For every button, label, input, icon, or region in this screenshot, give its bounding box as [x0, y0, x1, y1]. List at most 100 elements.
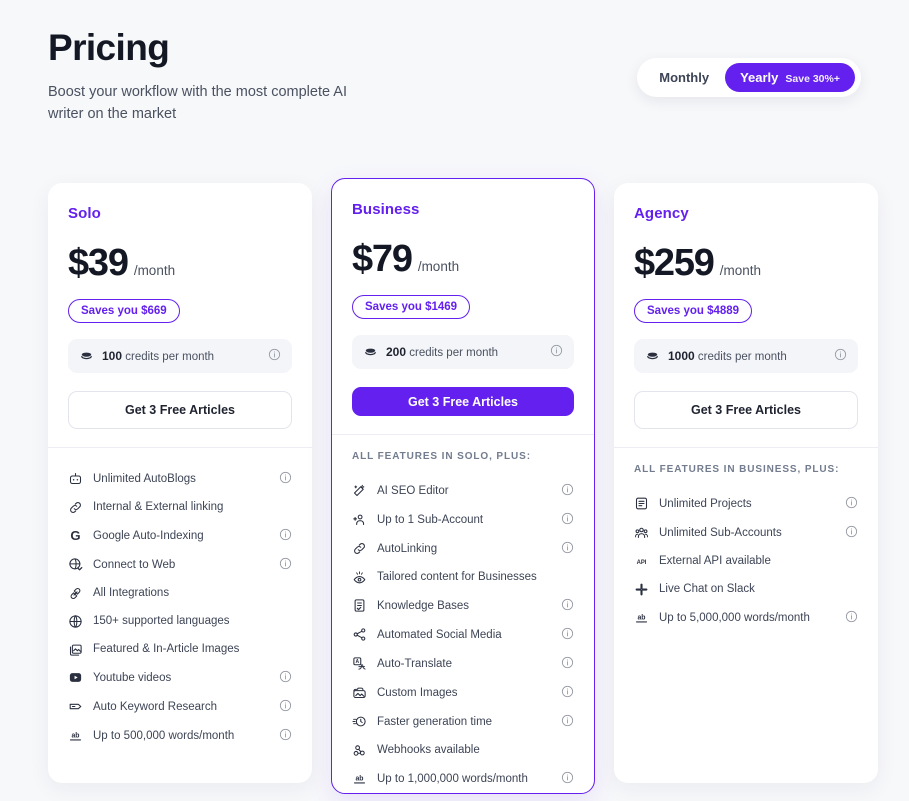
feature-label: Google Auto-Indexing — [93, 529, 204, 542]
users-add-icon — [352, 512, 367, 527]
feature-label: External API available — [659, 555, 771, 567]
feature-info-icon[interactable] — [845, 610, 858, 626]
feature-label: Youtube videos — [93, 671, 172, 684]
feature-row: Unlimited Projects — [634, 489, 858, 518]
credits-pill: 1000 credits per month — [634, 339, 858, 373]
feature-info-icon[interactable] — [279, 557, 292, 573]
feature-info-icon[interactable] — [845, 525, 858, 541]
feature-info-icon[interactable] — [279, 670, 292, 686]
feature-info-icon[interactable] — [561, 627, 574, 643]
credits-pill: 200 credits per month — [352, 335, 574, 369]
feature-info-icon[interactable] — [279, 471, 292, 487]
credits-text: 1000 credits per month — [668, 349, 834, 363]
feature-info-icon[interactable] — [279, 528, 292, 544]
feature-row: Knowledge Bases — [352, 591, 574, 620]
document-list-icon — [634, 496, 649, 511]
feature-label: Knowledge Bases — [377, 599, 470, 612]
feature-label: Connect to Web — [93, 558, 176, 571]
credits-info-icon[interactable] — [268, 348, 281, 364]
feature-info-icon[interactable] — [561, 541, 574, 557]
svg-text:API: API — [637, 560, 647, 566]
webhook-icon — [352, 743, 367, 758]
feature-row: Automated Social Media — [352, 620, 574, 649]
toggle-option-yearly[interactable]: Yearly Save 30%+ — [725, 63, 855, 92]
credits-amount: 1000 — [668, 349, 695, 363]
feature-label: Up to 1 Sub-Account — [377, 513, 484, 526]
feature-label: Unlimited Projects — [659, 497, 752, 510]
page-title: Pricing — [48, 27, 170, 68]
card-header: Agency $259/month Saves you $4889 1000 cred… — [614, 183, 878, 373]
feature-list-heading: ALL FEATURES IN BUSINESS, PLUS: — [634, 464, 840, 475]
toggle-option-monthly[interactable]: Monthly — [643, 63, 725, 92]
feature-label: AutoLinking — [377, 542, 438, 555]
feature-label: Live Chat on Slack — [659, 583, 755, 595]
ab-words-icon: ab — [68, 728, 83, 743]
fast-clock-icon — [352, 714, 367, 729]
pricing-cards: Solo $39/month Saves you $669 100 credits p… — [48, 178, 878, 794]
pricing-card-solo: Solo $39/month Saves you $669 100 credits p… — [48, 183, 312, 783]
ab-words-icon: ab — [634, 610, 649, 625]
feature-row: ab Up to 5,000,000 words/month — [634, 603, 858, 632]
feature-info-icon[interactable] — [561, 714, 574, 730]
page-header: Pricing Boost your workflow with the mos… — [48, 27, 861, 126]
credits-icon — [79, 349, 94, 364]
feature-label: Up to 5,000,000 words/month — [659, 611, 810, 624]
feature-row: AutoLinking — [352, 534, 574, 563]
feature-info-icon[interactable] — [279, 728, 292, 744]
credits-amount: 200 — [386, 345, 407, 359]
ab-words-icon: ab — [352, 771, 367, 786]
plan-period: /month — [133, 263, 176, 278]
feature-info-icon[interactable] — [561, 771, 574, 787]
youtube-icon — [68, 670, 83, 685]
feature-row: Live Chat on Slack — [634, 575, 858, 603]
feature-row: Faster generation time — [352, 707, 574, 736]
feature-label: Auto-Translate — [377, 657, 452, 670]
page-subtitle: Boost your workflow with the most comple… — [48, 83, 347, 123]
savings-badge: Saves you $1469 — [352, 295, 471, 319]
credits-text: 200 credits per month — [386, 345, 550, 359]
feature-label: Faster generation time — [377, 715, 493, 728]
get-free-articles-button[interactable]: Get 3 Free Articles — [68, 391, 292, 429]
feature-label: AI SEO Editor — [377, 484, 449, 497]
credits-info-icon[interactable] — [550, 344, 563, 360]
svg-text:G: G — [70, 528, 80, 543]
feature-info-icon[interactable] — [561, 512, 574, 528]
feature-row: 150+ supported languages — [68, 607, 292, 635]
get-free-articles-button[interactable]: Get 3 Free Articles — [352, 387, 574, 417]
feature-row: A Auto-Translate — [352, 649, 574, 678]
tag-icon — [68, 699, 83, 714]
price-row: $39/month — [68, 242, 292, 285]
feature-info-icon[interactable] — [279, 699, 292, 715]
savings-badge: Saves you $669 — [68, 299, 180, 323]
feature-list: ALL FEATURES IN SOLO, PLUS: AI SEO Editor… — [332, 435, 594, 793]
plug-icon — [68, 586, 83, 601]
feature-info-icon[interactable] — [845, 496, 858, 512]
credits-info-icon[interactable] — [834, 348, 847, 364]
feature-label: Featured & In-Article Images — [93, 643, 240, 655]
feature-row: Webhooks available — [352, 736, 574, 764]
feature-row: Unlimited Sub-Accounts — [634, 518, 858, 547]
feature-info-icon[interactable] — [561, 656, 574, 672]
plan-price: $79 — [352, 238, 413, 280]
plan-name: Solo — [68, 205, 101, 222]
credits-amount: 100 — [102, 349, 123, 363]
billing-period-toggle[interactable]: Monthly Yearly Save 30%+ — [637, 58, 861, 97]
feature-row: Custom Images — [352, 678, 574, 707]
price-row: $259/month — [634, 242, 858, 285]
document-check-icon — [352, 598, 367, 613]
pricing-card-agency: Agency $259/month Saves you $4889 1000 cred… — [614, 183, 878, 783]
feature-info-icon[interactable] — [561, 483, 574, 499]
images-icon — [68, 642, 83, 657]
feature-row: G Google Auto-Indexing — [68, 521, 292, 550]
feature-list: Unlimited AutoBlogs Internal & External l… — [48, 448, 312, 750]
feature-label: Up to 500,000 words/month — [93, 729, 235, 742]
globe-icon — [68, 614, 83, 629]
feature-info-icon[interactable] — [561, 598, 574, 614]
feature-label: Tailored content for Businesses — [377, 571, 537, 583]
feature-info-icon[interactable] — [561, 685, 574, 701]
feature-list: ALL FEATURES IN BUSINESS, PLUS: Unlimited… — [614, 448, 878, 632]
feature-label: Automated Social Media — [377, 628, 502, 641]
get-free-articles-button[interactable]: Get 3 Free Articles — [634, 391, 858, 429]
share-icon — [352, 627, 367, 642]
feature-list-heading: ALL FEATURES IN SOLO, PLUS: — [352, 451, 531, 462]
